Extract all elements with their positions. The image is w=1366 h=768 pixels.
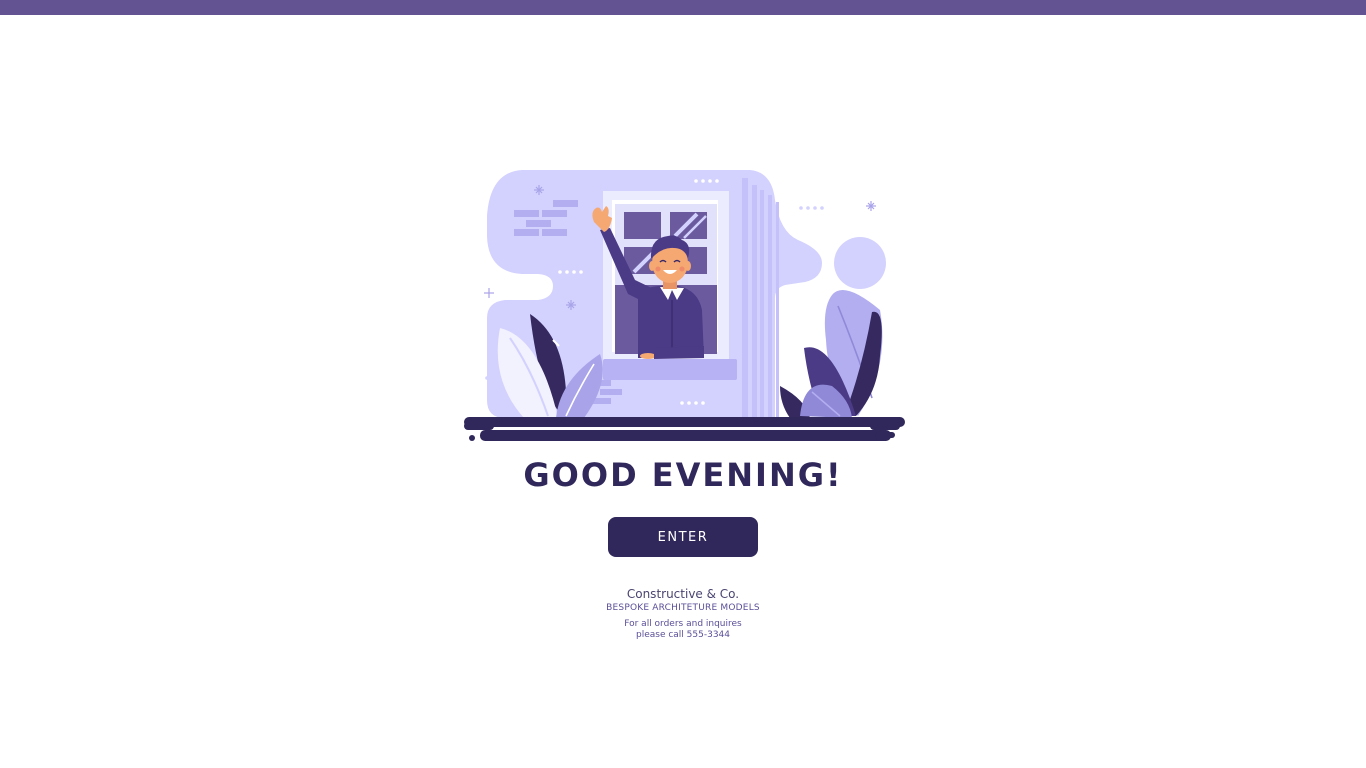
footer-info: Constructive & Co. BESPOKE ARCHITETURE M… <box>0 587 1366 641</box>
man-waving-from-window-illustration <box>464 170 905 441</box>
company-tagline: BESPOKE ARCHITETURE MODELS <box>606 603 760 613</box>
enter-button[interactable]: ENTER <box>608 517 758 557</box>
greeting-heading: GOOD EVENING! <box>523 456 843 494</box>
contact-line-2: please call 555-3344 <box>635 630 730 640</box>
contact-info: For all orders and inquires please call … <box>0 619 1366 641</box>
contact-line-1: For all orders and inquires <box>624 619 742 629</box>
ground-bar <box>464 417 905 441</box>
top-accent-bar <box>0 0 1366 15</box>
company-name: Constructive & Co. <box>626 587 740 601</box>
